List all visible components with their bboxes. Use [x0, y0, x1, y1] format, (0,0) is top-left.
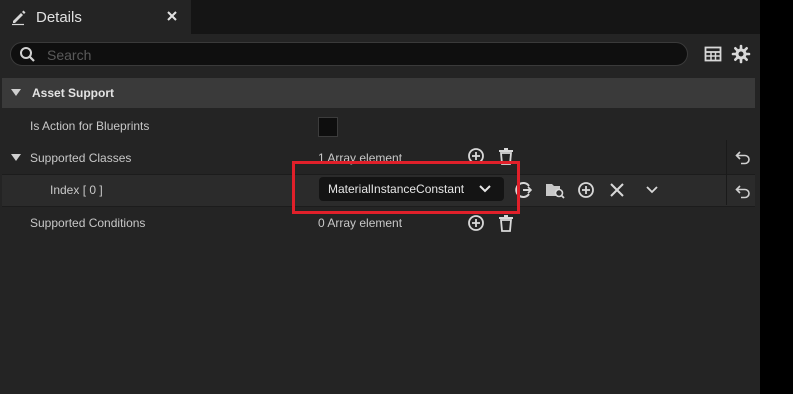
browse-folder-icon[interactable] — [545, 180, 565, 200]
add-element-icon[interactable] — [467, 214, 487, 234]
tab-bar: Details — [0, 0, 760, 34]
search-input[interactable] — [45, 43, 679, 67]
clear-icon[interactable] — [608, 181, 628, 201]
expand-arrow-icon — [11, 89, 21, 97]
details-panel: Details Search Asset Support Is Action f… — [0, 0, 760, 394]
gear-icon[interactable] — [731, 44, 751, 64]
column-divider — [726, 140, 727, 205]
tab-details[interactable]: Details — [0, 0, 191, 34]
table-view-icon[interactable] — [704, 45, 724, 65]
reset-to-default-icon[interactable] — [735, 149, 755, 169]
search-icon — [19, 46, 36, 63]
property-label: Is Action for Blueprints — [30, 119, 150, 133]
property-label: Supported Classes — [30, 151, 132, 165]
trash-icon[interactable] — [497, 214, 517, 234]
close-icon[interactable] — [163, 7, 181, 25]
reset-to-default-icon[interactable] — [735, 183, 755, 203]
property-row-is-action-for-blueprints: Is Action for Blueprints — [2, 110, 755, 142]
property-label: Supported Conditions — [30, 216, 146, 230]
tab-title: Details — [36, 8, 82, 26]
highlight-annotation-box — [292, 161, 520, 214]
property-label: Index [ 0 ] — [50, 183, 103, 197]
array-count: 0 Array element — [318, 216, 403, 230]
is-action-for-blueprints-checkbox[interactable] — [318, 117, 338, 137]
search-bar — [10, 42, 688, 67]
chevron-down-icon[interactable] — [645, 184, 665, 204]
insert-element-icon[interactable] — [577, 181, 597, 201]
category-title: Asset Support — [32, 86, 115, 100]
expand-arrow-icon[interactable] — [11, 154, 21, 162]
category-asset-support[interactable]: Asset Support — [2, 78, 755, 108]
pencil-icon — [10, 8, 28, 26]
